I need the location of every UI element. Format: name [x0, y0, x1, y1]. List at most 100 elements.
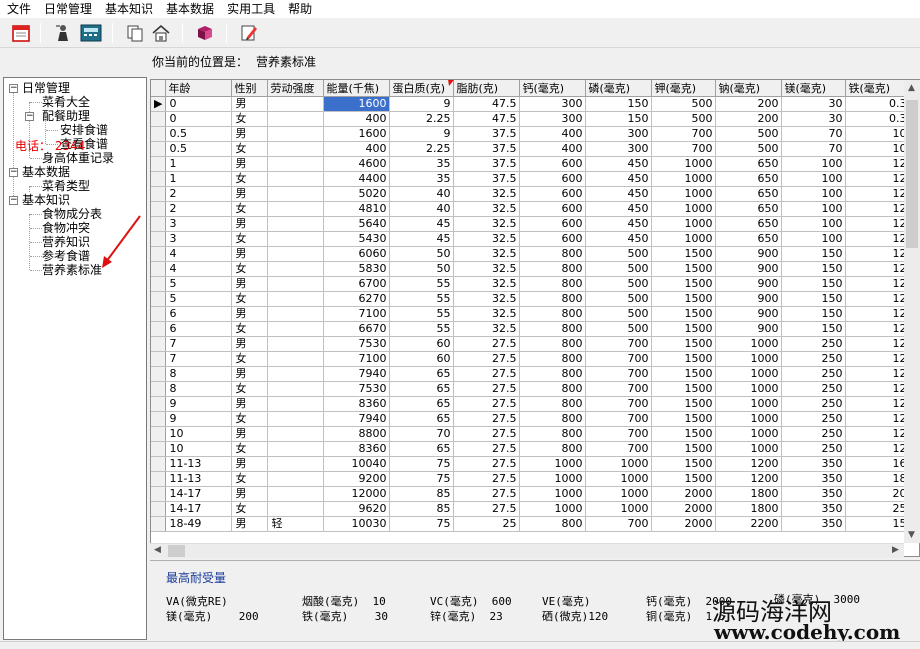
- table-cell[interactable]: 12: [845, 441, 911, 457]
- table-cell[interactable]: 100: [781, 171, 847, 187]
- table-cell[interactable]: 150: [585, 111, 653, 127]
- table-row[interactable]: 3 男 5640 45 32.5 600 450 1000 650 100 12: [151, 216, 911, 232]
- table-cell[interactable]: 男: [231, 516, 269, 532]
- table-cell[interactable]: 55: [389, 276, 455, 292]
- table-cell[interactable]: [267, 231, 325, 247]
- table-cell[interactable]: 1500: [651, 351, 717, 367]
- table-cell[interactable]: 45: [389, 231, 455, 247]
- table-row[interactable]: 14-17 男 12000 85 27.5 1000 1000 2000 1800 350 20: [151, 486, 911, 502]
- table-cell[interactable]: 女: [231, 351, 269, 367]
- table-cell[interactable]: 1000: [651, 171, 717, 187]
- home-icon[interactable]: [150, 22, 172, 44]
- table-cell[interactable]: 女: [231, 171, 269, 187]
- table-cell[interactable]: 6060: [323, 246, 391, 262]
- table-cell[interactable]: 250: [781, 441, 847, 457]
- table-cell[interactable]: 12: [845, 156, 911, 172]
- table-cell[interactable]: 650: [715, 216, 783, 232]
- table-cell[interactable]: 1000: [715, 411, 783, 427]
- table-cell[interactable]: 100: [781, 201, 847, 217]
- table-row[interactable]: 4 男 6060 50 32.5 800 500 1500 900 150 12: [151, 246, 911, 262]
- table-cell[interactable]: 27.5: [453, 501, 521, 517]
- table-row[interactable]: 11-13 男 10040 75 27.5 1000 1000 1500 1200 350 16: [151, 456, 911, 472]
- table-cell[interactable]: 650: [715, 186, 783, 202]
- table-cell[interactable]: 32.5: [453, 216, 521, 232]
- table-cell[interactable]: 800: [519, 396, 587, 412]
- table-cell[interactable]: 37.5: [453, 141, 521, 157]
- row-selector[interactable]: [151, 456, 167, 472]
- table-cell[interactable]: 1800: [715, 486, 783, 502]
- table-row[interactable]: 0 女 400 2.25 47.5 300 150 500 200 30 0.3: [151, 111, 911, 127]
- column-header[interactable]: 性别: [231, 80, 269, 97]
- table-cell[interactable]: 3: [165, 216, 233, 232]
- table-cell[interactable]: 轻: [267, 516, 325, 532]
- table-cell[interactable]: 7100: [323, 351, 391, 367]
- table-cell[interactable]: [267, 486, 325, 502]
- row-selector[interactable]: [151, 486, 167, 502]
- table-cell[interactable]: 女: [231, 381, 269, 397]
- table-cell[interactable]: 1500: [651, 411, 717, 427]
- table-cell[interactable]: 20: [845, 486, 911, 502]
- table-cell[interactable]: 50: [389, 246, 455, 262]
- table-cell[interactable]: 5640: [323, 216, 391, 232]
- table-cell[interactable]: 800: [519, 426, 587, 442]
- table-cell[interactable]: 1000: [585, 501, 653, 517]
- table-cell[interactable]: 800: [519, 276, 587, 292]
- table-cell[interactable]: 100: [781, 186, 847, 202]
- table-cell[interactable]: 2000: [651, 486, 717, 502]
- table-cell[interactable]: 0.5: [165, 141, 233, 157]
- table-cell[interactable]: 27.5: [453, 396, 521, 412]
- row-selector[interactable]: [151, 261, 167, 277]
- table-cell[interactable]: 0: [165, 111, 233, 127]
- table-cell[interactable]: 2.25: [389, 141, 455, 157]
- tree-item-nutrition-knowledge[interactable]: 营养知识: [42, 235, 90, 249]
- table-cell[interactable]: 350: [781, 501, 847, 517]
- column-header[interactable]: 镁(毫克): [781, 80, 847, 97]
- table-cell[interactable]: 6700: [323, 276, 391, 292]
- row-selector[interactable]: [151, 336, 167, 352]
- tree-item-reference-recipes[interactable]: 参考食谱: [42, 249, 90, 263]
- row-selector[interactable]: [151, 126, 167, 142]
- table-cell[interactable]: 600: [519, 216, 587, 232]
- table-cell[interactable]: 27.5: [453, 381, 521, 397]
- table-cell[interactable]: 4600: [323, 156, 391, 172]
- table-cell[interactable]: 450: [585, 171, 653, 187]
- row-selector[interactable]: [151, 351, 167, 367]
- table-cell[interactable]: 70: [781, 141, 847, 157]
- vertical-scrollbar[interactable]: ▲ ▼: [904, 80, 920, 543]
- table-cell[interactable]: 350: [781, 456, 847, 472]
- scroll-thumb[interactable]: [168, 545, 185, 557]
- table-cell[interactable]: 0: [165, 96, 233, 112]
- table-cell[interactable]: 10030: [323, 516, 391, 532]
- scroll-left-icon[interactable]: ◀: [154, 545, 161, 555]
- table-cell[interactable]: 250: [781, 366, 847, 382]
- table-row[interactable]: 7 女 7100 60 27.5 800 700 1500 1000 250 12: [151, 351, 911, 367]
- table-cell[interactable]: 30: [781, 96, 847, 112]
- menu-daily[interactable]: 日常管理: [37, 0, 98, 18]
- book-icon[interactable]: [194, 22, 216, 44]
- table-cell[interactable]: [267, 366, 325, 382]
- table-cell[interactable]: 75: [389, 516, 455, 532]
- table-row[interactable]: 14-17 女 9620 85 27.5 1000 1000 2000 1800 350 25: [151, 501, 911, 517]
- tree-item-food-conflict[interactable]: 食物冲突: [42, 221, 90, 235]
- table-cell[interactable]: 27.5: [453, 441, 521, 457]
- table-cell[interactable]: 37.5: [453, 156, 521, 172]
- table-cell[interactable]: 1000: [715, 396, 783, 412]
- table-cell[interactable]: 700: [585, 426, 653, 442]
- table-cell[interactable]: 男: [231, 486, 269, 502]
- table-cell[interactable]: 25: [845, 501, 911, 517]
- table-cell[interactable]: [267, 141, 325, 157]
- table-cell[interactable]: 12: [845, 231, 911, 247]
- calendar-icon[interactable]: [10, 22, 32, 44]
- table-cell[interactable]: 6: [165, 306, 233, 322]
- table-cell[interactable]: 12: [845, 216, 911, 232]
- table-cell[interactable]: [267, 441, 325, 457]
- table-cell[interactable]: 150: [781, 246, 847, 262]
- table-cell[interactable]: 700: [585, 336, 653, 352]
- table-cell[interactable]: 55: [389, 291, 455, 307]
- row-selector[interactable]: [151, 186, 167, 202]
- table-row[interactable]: 0.5 男 1600 9 37.5 400 300 700 500 70 10: [151, 126, 911, 142]
- table-cell[interactable]: 12: [845, 321, 911, 337]
- table-cell[interactable]: 650: [715, 171, 783, 187]
- table-cell[interactable]: 800: [519, 306, 587, 322]
- table-cell[interactable]: 1000: [715, 366, 783, 382]
